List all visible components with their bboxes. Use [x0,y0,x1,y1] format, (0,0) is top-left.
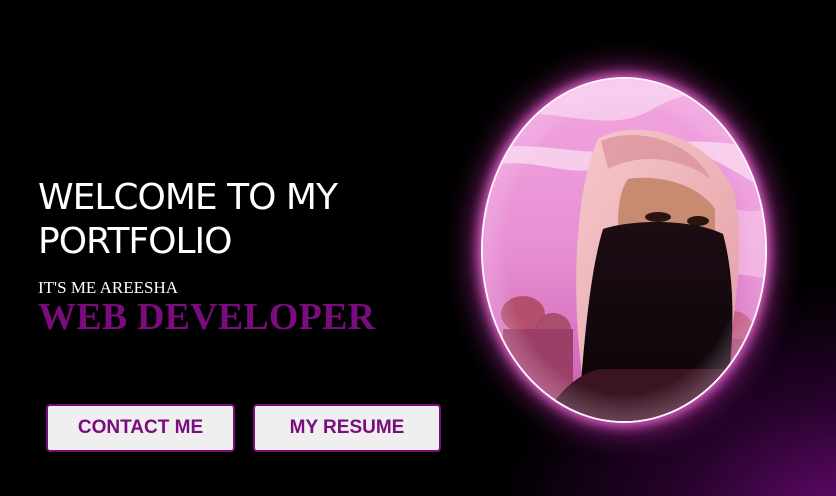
intro-text: IT'S ME AREESHA [38,278,179,297]
contact-me-button[interactable]: CONTACT ME [46,404,235,452]
avatar-photo [483,79,765,421]
hero-actions: CONTACT ME MY RESUME [46,404,441,452]
avatar [483,79,765,421]
page-title: WELCOME TO MY PORTFOLIO [38,177,338,262]
my-resume-button[interactable]: MY RESUME [253,404,441,452]
hero-section: WELCOME TO MY PORTFOLIO IT'S ME AREESHA … [38,176,458,336]
role-title: WEB DEVELOPER [38,296,376,338]
